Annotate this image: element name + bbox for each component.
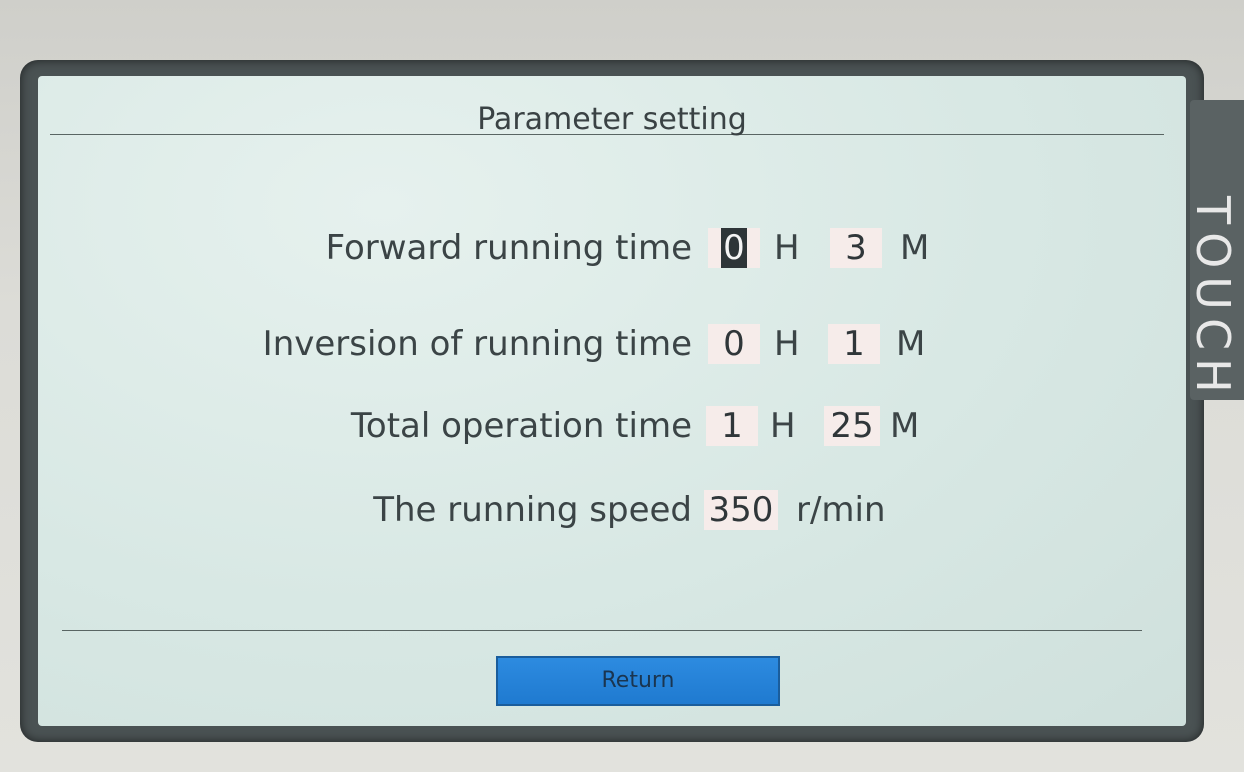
page-title: Parameter setting <box>38 102 1186 137</box>
forward-time-row: Forward running time 0 H 3 M <box>38 228 1186 278</box>
return-button[interactable]: Return <box>496 656 780 706</box>
touch-screen: Parameter setting Forward running time 0… <box>38 76 1186 726</box>
speed-field[interactable]: 350 <box>704 490 778 530</box>
side-brand-label: TOUCH <box>1186 100 1244 401</box>
forward-time-label: Forward running time <box>325 228 692 268</box>
inversion-minutes-field[interactable]: 1 <box>828 324 880 364</box>
forward-minutes-unit: M <box>900 228 930 268</box>
total-hours-field[interactable]: 1 <box>706 406 758 446</box>
inversion-time-row: Inversion of running time 0 H 1 M <box>38 324 1186 374</box>
forward-hours-field[interactable]: 0 <box>708 228 760 268</box>
inversion-time-label: Inversion of running time <box>262 324 692 364</box>
forward-hours-unit: H <box>774 228 800 268</box>
forward-minutes-field[interactable]: 3 <box>830 228 882 268</box>
footer-divider <box>62 630 1142 631</box>
speed-unit: r/min <box>796 490 886 530</box>
page-title-text: Parameter setting <box>477 102 747 137</box>
side-brand-text: TOUCH <box>1186 196 1240 401</box>
inversion-hours-field[interactable]: 0 <box>708 324 760 364</box>
total-time-label: Total operation time <box>350 406 692 446</box>
inversion-hours-unit: H <box>774 324 800 364</box>
total-minutes-unit: M <box>890 406 920 446</box>
speed-row: The running speed 350 r/min <box>38 490 1186 540</box>
forward-hours-value: 0 <box>721 228 747 268</box>
inversion-minutes-unit: M <box>896 324 926 364</box>
speed-label: The running speed <box>373 490 692 530</box>
total-hours-unit: H <box>770 406 796 446</box>
total-minutes-field[interactable]: 25 <box>824 406 880 446</box>
hmi-device: TOUCH Parameter setting Forward running … <box>0 0 1244 772</box>
total-time-row: Total operation time 1 H 25 M <box>38 406 1186 456</box>
